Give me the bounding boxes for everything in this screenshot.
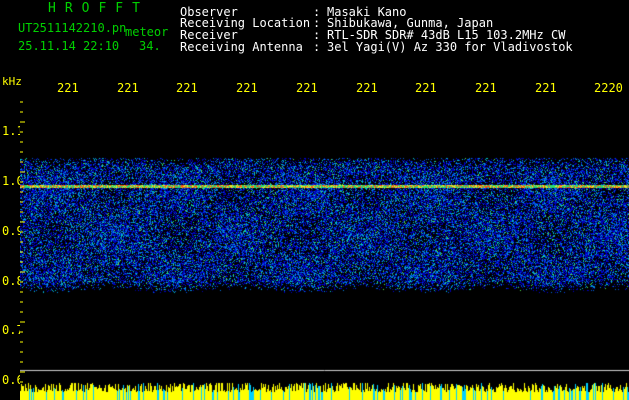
time-tick: 221 xyxy=(535,81,557,95)
frequency-axis-ticks xyxy=(20,101,25,393)
time-tick: 221 xyxy=(475,81,497,95)
time-tick: 2220 xyxy=(594,81,623,95)
antenna-label: Receiving Antenna xyxy=(180,40,303,54)
time-tick: 221 xyxy=(117,81,139,95)
time-tick: 221 xyxy=(356,81,378,95)
mode-tag: meteor xyxy=(125,25,169,39)
spectrogram-plot xyxy=(20,100,629,400)
time-tick: 221 xyxy=(415,81,437,95)
antenna-value: 3el Yagi(V) Az 330 for Vladivostok xyxy=(327,40,573,54)
spectrogram-canvas xyxy=(20,100,629,400)
time-tick: 221 xyxy=(236,81,258,95)
antenna-colon: : xyxy=(313,40,321,54)
time-tick: 221 xyxy=(57,81,79,95)
time-tick: 221 xyxy=(176,81,198,95)
app-brand: HROFFT xyxy=(48,1,149,16)
file-name: UT2511142210.pn xyxy=(18,21,127,35)
meteor-count: 34. xyxy=(139,39,161,53)
frequency-unit-label: kHz xyxy=(2,75,22,88)
time-tick: 221 xyxy=(296,81,318,95)
datetime: 25.11.14 22:10 xyxy=(18,39,120,53)
